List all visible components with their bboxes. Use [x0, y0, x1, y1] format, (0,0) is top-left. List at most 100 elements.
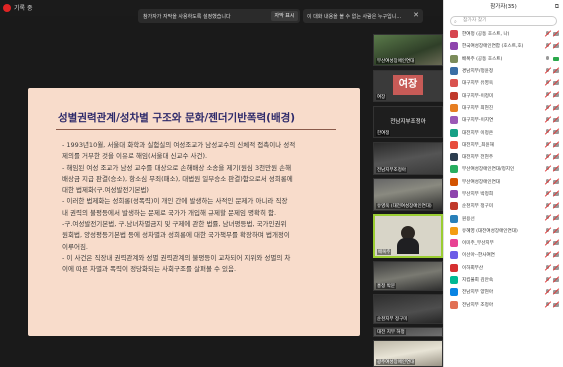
video-off-icon[interactable]: [553, 68, 559, 73]
mic-muted-icon[interactable]: [545, 215, 550, 221]
video-tile[interactable]: 대전 지부 허정: [373, 327, 443, 337]
participant-row[interactable]: 순천지부 정구미: [444, 200, 563, 212]
mic-muted-icon[interactable]: [545, 92, 550, 98]
video-off-icon[interactable]: [553, 179, 559, 184]
video-off-icon[interactable]: [553, 118, 559, 123]
participant-row[interactable]: 대전지부_최윤해: [444, 139, 563, 151]
mic-muted-icon[interactable]: [545, 153, 550, 160]
video-tile[interactable]: 여장 여장: [373, 70, 443, 102]
mic-muted-icon[interactable]: [545, 178, 550, 185]
close-icon[interactable]: ✕: [413, 11, 419, 19]
video-tile[interactable]: 유영욱 (대전여성장애인연대): [373, 178, 443, 211]
mic-muted-icon[interactable]: [545, 104, 550, 111]
slide-line: - 1993년10월, 서울대 화학과 실험실의 여성조교가 남성교수의 신체적…: [62, 141, 296, 149]
participant-row[interactable]: 대구지부-이지연: [444, 114, 563, 126]
mic-muted-icon[interactable]: [545, 240, 550, 246]
participant-name: 대전지부 전현주: [462, 155, 494, 161]
participant-name: 한국여성장애인연합 (호스트,호): [462, 44, 524, 50]
mic-muted-icon[interactable]: [545, 117, 550, 123]
participant-row[interactable]: 유혜영 (대전여성장애인연대): [444, 225, 563, 237]
mic-muted-icon[interactable]: [545, 43, 550, 49]
participant-search-input[interactable]: ⌕ 참가자 찾기: [450, 16, 557, 26]
mic-muted-icon[interactable]: [545, 276, 550, 283]
participant-row[interactable]: 전남지부 조정아: [444, 299, 563, 311]
mic-muted-icon[interactable]: [545, 252, 550, 258]
participant-status: [545, 129, 559, 135]
video-off-icon[interactable]: [553, 290, 559, 295]
video-tile[interactable]: 부산여성장애인연대: [373, 34, 443, 66]
video-tile[interactable]: 전남지부조정아: [373, 142, 443, 175]
mic-muted-icon[interactable]: [545, 264, 550, 271]
video-off-icon[interactable]: [553, 130, 559, 135]
mic-muted-icon[interactable]: [545, 80, 550, 86]
video-off-icon[interactable]: [553, 105, 559, 110]
video-off-icon[interactable]: [553, 241, 559, 246]
video-off-icon[interactable]: [553, 228, 559, 233]
video-tile[interactable]: 순천지부 정구미: [373, 294, 443, 324]
participant-status: [545, 92, 559, 98]
participant-status: [545, 215, 559, 221]
mic-muted-icon[interactable]: [545, 141, 550, 148]
video-off-icon[interactable]: [553, 216, 559, 221]
chat-visibility-notification[interactable]: 이 대화 내용을 볼 수 없는 사람은 누구입니... ✕: [303, 9, 423, 23]
video-off-icon[interactable]: [553, 302, 559, 307]
video-off-icon[interactable]: [553, 142, 559, 147]
mic-muted-icon[interactable]: [545, 227, 550, 234]
participant-row[interactable]: 대전지부 전현주: [444, 151, 563, 163]
video-off-icon[interactable]: [553, 93, 559, 98]
participant-row[interactable]: 대구지부 유영욱: [444, 77, 563, 89]
participant-row[interactable]: 원용선: [444, 212, 563, 224]
participant-row[interactable]: 부산여성장애인연대/정지인: [444, 163, 563, 175]
video-tile[interactable]: 전남지부조정아 한여정: [373, 106, 443, 138]
active-speaker-tile[interactable]: 배복주: [373, 214, 443, 258]
participant-row[interactable]: 배복주 (공동 호스트): [444, 53, 563, 65]
video-off-icon[interactable]: [553, 154, 559, 159]
participant-row[interactable]: 전남지부 양현아: [444, 286, 563, 298]
video-tile[interactable]: 홍정 박문: [373, 261, 443, 291]
participant-row[interactable]: 이미주_부산지부: [444, 237, 563, 249]
participant-row[interactable]: 부산여성장애인연대: [444, 176, 563, 188]
video-off-icon[interactable]: [553, 277, 559, 282]
mic-muted-icon[interactable]: [545, 203, 550, 209]
show-captions-button[interactable]: 자막 표시: [271, 11, 298, 21]
participant-status: [545, 190, 559, 197]
participant-row[interactable]: 이하회부산: [444, 262, 563, 274]
participant-row[interactable]: 대구지부 최현진: [444, 102, 563, 114]
video-off-icon[interactable]: [553, 204, 559, 209]
video-off-icon[interactable]: [553, 265, 559, 270]
participant-row[interactable]: 한국여성장애인연합 (호스트,호): [444, 40, 563, 52]
participant-row[interactable]: 이선아--한사여연: [444, 249, 563, 261]
participant-row[interactable]: 부산지부 박정희: [444, 188, 563, 200]
mic-muted-icon[interactable]: [545, 289, 550, 295]
video-off-icon[interactable]: [553, 167, 559, 172]
video-off-icon[interactable]: [553, 81, 559, 86]
mic-muted-icon[interactable]: [545, 166, 550, 172]
participant-name: 전남지부 조정아: [462, 302, 494, 308]
participant-name: 지킴물회 김안숙: [462, 278, 494, 284]
video-icon[interactable]: [553, 56, 559, 61]
participant-row[interactable]: 대구지부-이정미: [444, 89, 563, 101]
mic-muted-icon[interactable]: [545, 301, 550, 308]
participant-row[interactable]: 대전지부 이정은: [444, 126, 563, 138]
mic-muted-icon[interactable]: [545, 129, 550, 135]
avatar: [450, 288, 458, 297]
participant-name: 대구지부-이지연: [462, 118, 494, 124]
video-off-icon[interactable]: [553, 253, 559, 258]
video-tile-name: 홍정 박문: [376, 283, 396, 289]
video-off-icon[interactable]: [553, 191, 559, 196]
mic-muted-icon[interactable]: [545, 190, 550, 197]
participant-row[interactable]: 지킴물회 김안숙: [444, 274, 563, 286]
recording-indicator[interactable]: 기록 중: [3, 3, 32, 12]
mic-muted-icon[interactable]: [545, 67, 550, 74]
participant-status: [545, 117, 559, 123]
mic-muted-icon[interactable]: [545, 31, 550, 37]
video-off-icon[interactable]: [553, 44, 559, 49]
mic-icon[interactable]: [545, 55, 550, 62]
participant-row[interactable]: 한여정 (공동 호스트, 나): [444, 28, 563, 40]
participant-status: [545, 264, 559, 271]
participant-row[interactable]: 경남지부/정윤정: [444, 65, 563, 77]
video-tile[interactable]: 광주여성장애인연대: [373, 340, 443, 367]
avatar: [450, 177, 458, 186]
popout-icon[interactable]: ⧉: [555, 0, 559, 14]
video-off-icon[interactable]: [553, 32, 559, 36]
